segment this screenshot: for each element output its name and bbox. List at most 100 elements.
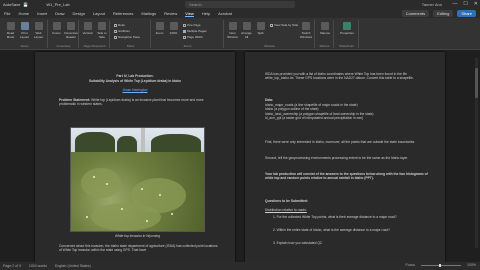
editing-button[interactable]: Editing	[433, 10, 454, 17]
read-mode-icon	[6, 22, 15, 30]
menu-file[interactable]: File	[4, 11, 10, 16]
search-input[interactable]: Search	[185, 1, 295, 8]
read-mode-button[interactable]: Read Mode	[4, 22, 17, 39]
page1-title-line1: Part IV, Lab Production:	[116, 74, 154, 78]
zoom-100-button[interactable]: 100%	[167, 22, 180, 35]
new-window-button[interactable]: New Window	[226, 22, 239, 39]
ruler-check-icon	[114, 23, 117, 27]
menu-references[interactable]: References	[113, 11, 133, 16]
zoom-button[interactable]: Zoom	[153, 22, 166, 35]
paragraph-first: First, there were only interested in Ida…	[265, 140, 416, 144]
properties-button[interactable]: Properties	[339, 22, 355, 35]
split-icon	[256, 22, 265, 30]
gridlines-check-icon	[114, 29, 117, 33]
focus-button[interactable]: Focus	[50, 22, 63, 35]
zoom-level[interactable]: 100%	[467, 263, 476, 267]
split-button[interactable]: Split	[254, 22, 267, 35]
print-layout-icon	[20, 22, 29, 30]
status-bar: Page 2 of 3 1004 words English (United S…	[0, 262, 480, 270]
macros-button[interactable]: Macros	[318, 22, 332, 35]
page-1[interactable]: Part IV, Lab Production: Suitability Ana…	[35, 52, 235, 262]
arrange-all-icon	[242, 22, 251, 30]
question-2: 2. Within the entire state of Idaho, wha…	[273, 228, 390, 232]
one-page-button[interactable]: One Page	[183, 23, 201, 27]
document-canvas[interactable]: Part IV, Lab Production: Suitability Ana…	[0, 50, 480, 262]
photo-caption: White top invasion in Wyoming	[114, 234, 161, 238]
page-movement-group: Vertical Side to Side Page Movement	[80, 20, 110, 48]
view-side-by-side-button[interactable]: View Side by Side	[270, 23, 298, 27]
page-width-button[interactable]: Page Width	[183, 35, 203, 39]
show-group: Ruler Gridlines Navigation Pane Show	[111, 20, 151, 48]
focus-status-button[interactable]: Focus	[406, 263, 416, 267]
focus-icon	[52, 22, 61, 30]
immersive-group: Focus Immersive Reader Immersive	[49, 20, 79, 48]
scrollbar-thumb[interactable]	[475, 68, 478, 98]
word-count[interactable]: 1004 words	[29, 264, 47, 268]
autosave-toggle[interactable]: AutoSave	[3, 2, 20, 7]
switch-windows-button[interactable]: Switch Windows	[299, 22, 313, 39]
page-width-icon	[183, 35, 186, 39]
navigation-pane-checkbox[interactable]: Navigation Pane	[114, 35, 140, 39]
author-link[interactable]: Jesse Harrington	[45, 88, 225, 92]
problem-statement: Problem Statement: White top (Lepidium d…	[59, 98, 204, 107]
save-icon[interactable]: 💾	[23, 2, 28, 7]
menu-acrobat[interactable]: Acrobat	[218, 11, 232, 16]
new-window-icon	[228, 22, 237, 30]
paragraph-second: Second, tell the geoprocessing environme…	[265, 156, 409, 160]
comments-button[interactable]: Comments	[401, 10, 430, 17]
menu-insert[interactable]: Insert	[37, 11, 47, 16]
menu-mailings[interactable]: Mailings	[141, 11, 156, 16]
web-layout-icon	[34, 22, 43, 30]
minimize-button[interactable]: —	[452, 1, 457, 7]
window-group-label: Window	[264, 44, 275, 48]
web-layout-button[interactable]: Web Layout	[32, 22, 45, 39]
menu-help[interactable]: Help	[202, 11, 210, 16]
menu-review[interactable]: Review	[164, 11, 177, 16]
close-button[interactable]: ✕	[474, 1, 478, 7]
print-layout-button[interactable]: Print Layout	[18, 22, 31, 39]
multiple-pages-button[interactable]: Multiple Pages	[183, 29, 207, 33]
side-by-side-icon	[270, 23, 273, 27]
macros-group-label: Macros	[319, 44, 330, 48]
window-group: New Window Arrange All Split View Side b…	[225, 20, 315, 48]
immersive-group-label: Immersive	[56, 44, 71, 48]
zoom-icon	[155, 22, 164, 30]
menu-draw[interactable]: Draw	[55, 11, 64, 16]
vertical-scrollbar[interactable]	[475, 58, 478, 248]
user-name[interactable]: Tanner Ann	[422, 2, 442, 7]
menu-view[interactable]: View	[185, 11, 194, 17]
switch-windows-icon	[302, 22, 310, 30]
views-group: Read Mode Print Layout Web Layout Views	[2, 20, 48, 48]
title-bar: AutoSave 💾 W1_Pre_Lab Search Tanner Ann …	[0, 0, 480, 9]
question-3: 3. Explain how you calculated Q2.	[273, 241, 323, 245]
language[interactable]: English (United States)	[55, 264, 91, 268]
zoom-group: Zoom 100% One Page Multiple Pages Page W…	[152, 20, 224, 48]
macros-group: Macros Macros	[316, 20, 334, 48]
macros-icon	[321, 22, 329, 30]
zoom-slider-handle[interactable]	[439, 263, 442, 267]
page1-title-line2: Suitability Analysis of White Top (Lepid…	[89, 79, 181, 83]
gridlines-checkbox[interactable]: Gridlines	[114, 29, 130, 33]
intro-paragraph: ISDA has provided you with a list of Ida…	[265, 72, 414, 81]
vertical-button[interactable]: Vertical	[81, 22, 94, 35]
page-count[interactable]: Page 2 of 3	[3, 264, 21, 268]
immersive-reader-button[interactable]: Immersive Reader	[64, 22, 78, 39]
share-button[interactable]: Share	[457, 10, 476, 17]
sharepoint-group: Properties SharePoint	[335, 20, 359, 48]
ruler-checkbox[interactable]: Ruler	[114, 23, 125, 27]
page1-bottom-text: Concerned about this invasion, the Idaho…	[59, 244, 218, 253]
menu-home[interactable]: Home	[18, 11, 29, 16]
maximize-button[interactable]: ☐	[463, 1, 467, 7]
ribbon: Read Mode Print Layout Web Layout Views …	[0, 18, 480, 50]
arrange-all-button[interactable]: Arrange All	[240, 22, 253, 39]
zoom-100-icon	[169, 22, 178, 30]
question-1: 1. For the collected White Top points, w…	[273, 215, 397, 219]
menu-layout[interactable]: Layout	[93, 11, 105, 16]
properties-icon	[343, 22, 351, 30]
menu-design[interactable]: Design	[72, 11, 84, 16]
side-to-side-icon	[98, 22, 106, 30]
page-2[interactable]: ISDA has provided you with a list of Ida…	[245, 52, 445, 262]
multiple-pages-icon	[183, 29, 186, 33]
side-to-side-button[interactable]: Side to Side	[95, 22, 109, 39]
zoom-slider[interactable]	[421, 263, 462, 267]
